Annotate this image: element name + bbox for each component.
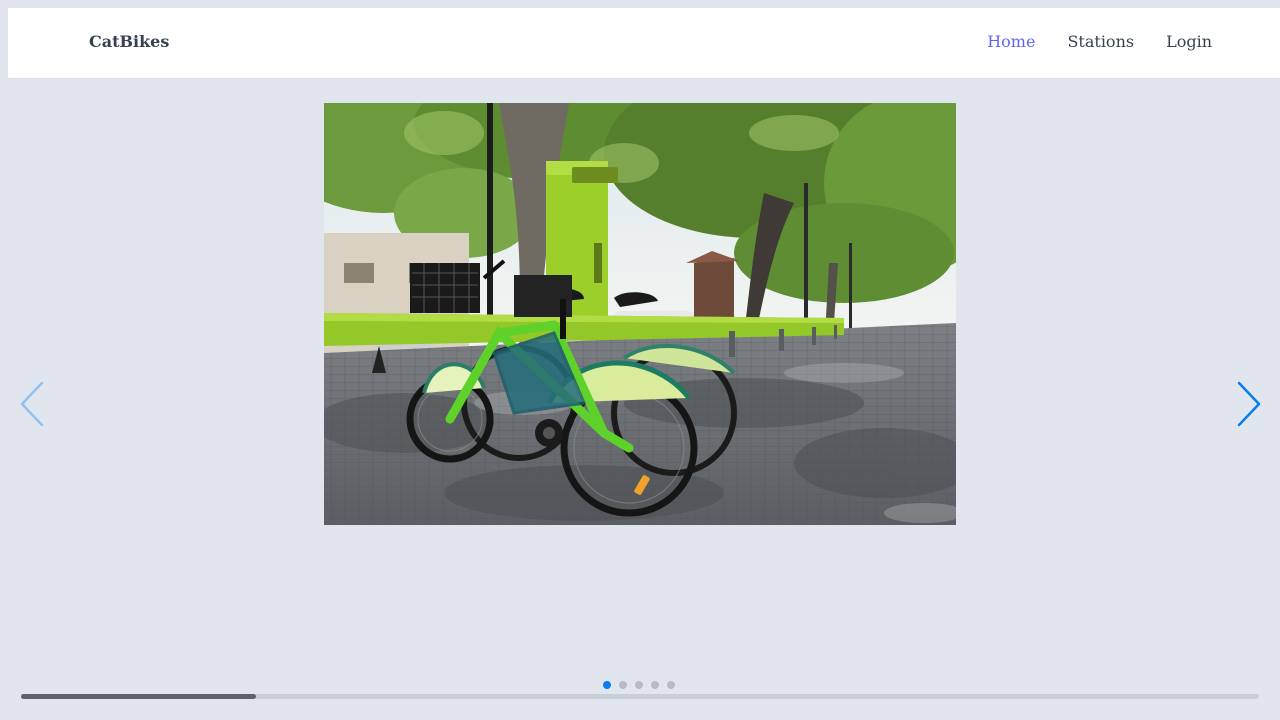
nav-link-login[interactable]: Login: [1166, 32, 1212, 51]
carousel-dot-2[interactable]: [619, 681, 627, 689]
carousel-dot-3[interactable]: [635, 681, 643, 689]
main-nav: Home Stations Login: [987, 32, 1212, 51]
nav-link-home[interactable]: Home: [987, 32, 1035, 51]
carousel-dot-1[interactable]: [603, 681, 611, 689]
carousel-scrollbar[interactable]: [21, 694, 1259, 699]
scrollbar-thumb[interactable]: [21, 694, 256, 699]
carousel-dot-4[interactable]: [651, 681, 659, 689]
carousel-dot-5[interactable]: [667, 681, 675, 689]
bike-station-photo: [324, 103, 956, 525]
carousel-prev-button[interactable]: [18, 380, 48, 428]
chevron-left-icon: [20, 381, 44, 427]
brand-logo[interactable]: CatBikes: [89, 32, 169, 51]
nav-link-stations[interactable]: Stations: [1067, 32, 1134, 51]
chevron-right-icon: [1237, 381, 1261, 427]
carousel-pagination: [603, 681, 675, 689]
carousel-next-button[interactable]: [1233, 380, 1263, 428]
carousel-slide-image: [324, 103, 956, 525]
navbar: CatBikes Home Stations Login: [8, 8, 1280, 79]
